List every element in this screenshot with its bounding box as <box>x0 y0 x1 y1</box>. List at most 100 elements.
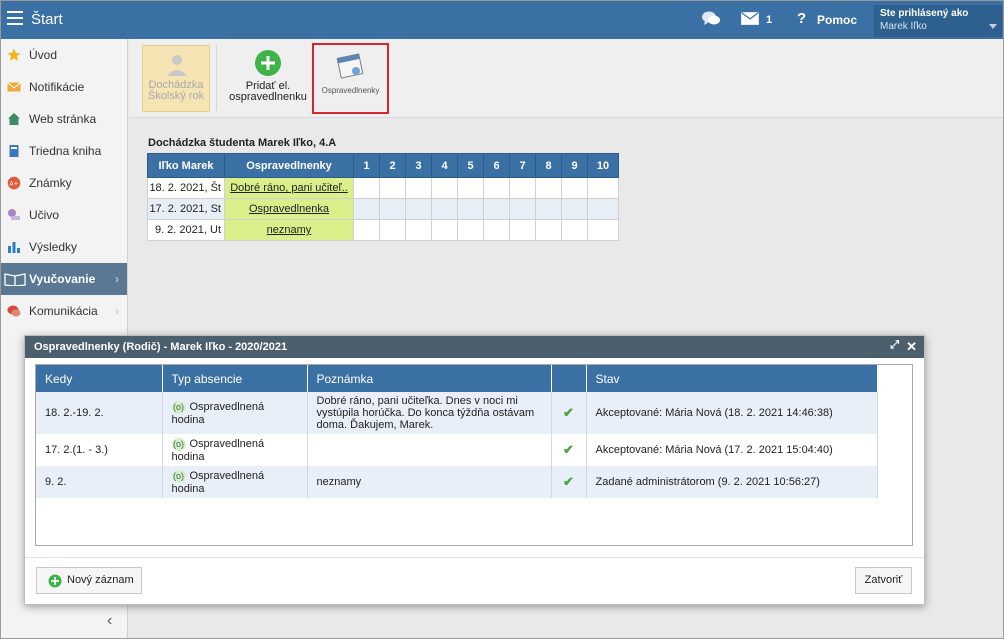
excuses-button[interactable]: Ospravedlnenky <box>312 43 389 114</box>
attendance-school-year-button[interactable]: Dochádzka Školský rok <box>142 45 210 112</box>
envelope-icon <box>7 82 21 92</box>
page-title[interactable]: Štart <box>31 11 63 28</box>
when-cell: 17. 2.(1. - 3.) <box>36 434 163 466</box>
expand-icon[interactable]: ⤢ <box>890 339 899 352</box>
excuses-dialog: Ospravedlnenky (Rodič) - Marek Iľko - 20… <box>24 335 925 605</box>
period-cell[interactable] <box>379 198 406 220</box>
user-menu[interactable]: Ste prihlásený ako Marek Iľko <box>874 5 1002 37</box>
plus-circle-icon <box>255 50 281 76</box>
type-cell: (o) Ospravedlnená hodina <box>162 434 308 466</box>
period-cell[interactable] <box>561 219 588 241</box>
sidebar-item-znamky[interactable]: A+ Známky <box>1 167 127 199</box>
dialog-footer: Nový záznam Zatvoriť <box>25 557 924 604</box>
table-row: 18. 2. 2021, Št Dobré ráno, pani učiteľ.… <box>147 177 619 199</box>
sidebar-item-ucivo[interactable]: Učivo <box>1 199 127 231</box>
period-cell[interactable] <box>353 198 380 220</box>
sidebar-item-komunikacia[interactable]: Komunikácia › <box>1 295 127 327</box>
grade-icon: A+ <box>7 176 21 190</box>
excuse-link[interactable]: Ospravedlnenka <box>249 203 329 215</box>
table-row[interactable]: 18. 2.-19. 2. (o) Ospravedlnená hodina Do… <box>36 392 878 434</box>
date-cell: 18. 2. 2021, Št <box>147 177 225 199</box>
star-icon <box>7 48 21 61</box>
house-icon <box>8 113 20 125</box>
column-header: Iľko Marek <box>147 153 225 178</box>
note-cell <box>307 434 552 466</box>
collapse-sidebar-button[interactable]: ‹ <box>107 612 112 630</box>
close-button[interactable]: Zatvoriť <box>855 567 912 594</box>
results-icon <box>8 242 20 253</box>
period-cell[interactable] <box>509 198 536 220</box>
sidebar-item-triedna-kniha[interactable]: Triedna kniha <box>1 135 127 167</box>
sidebar-item-notifikacie[interactable]: Notifikácie <box>1 71 127 103</box>
period-cell[interactable] <box>431 177 458 199</box>
excuse-link[interactable]: neznamy <box>267 224 312 236</box>
close-icon[interactable]: ✕ <box>906 339 917 355</box>
period-cell[interactable] <box>431 219 458 241</box>
period-cell[interactable] <box>483 219 510 241</box>
column-header: 6 <box>483 153 510 178</box>
period-cell[interactable] <box>457 219 484 241</box>
table-row[interactable]: 17. 2.(1. - 3.) (o) Ospravedlnená hodina … <box>36 434 878 466</box>
column-header <box>551 365 587 392</box>
state-cell: Akceptované: Mária Nová (17. 2. 2021 15:… <box>586 434 878 466</box>
period-cell[interactable] <box>535 177 562 199</box>
button-label: Ospravedlnenky <box>321 86 380 95</box>
period-cell[interactable] <box>457 198 484 220</box>
help-icon[interactable]: ? <box>797 10 806 27</box>
add-excuse-button[interactable]: Pridať el. ospravedlnenku <box>223 49 313 103</box>
period-cell[interactable] <box>509 177 536 199</box>
sidebar-item-vysledky[interactable]: Výsledky <box>1 231 127 263</box>
help-link[interactable]: Pomoc <box>817 13 857 27</box>
column-header: 10 <box>587 153 619 178</box>
column-header: 7 <box>509 153 536 178</box>
hamburger-icon[interactable] <box>7 11 23 25</box>
table-row: 17. 2. 2021, St Ospravedlnenka <box>147 198 619 220</box>
dialog-header[interactable]: Ospravedlnenky (Rodič) - Marek Iľko - 20… <box>25 336 924 358</box>
period-cell[interactable] <box>561 177 588 199</box>
period-cell[interactable] <box>405 219 432 241</box>
period-cell[interactable] <box>535 219 562 241</box>
period-cell[interactable] <box>587 177 619 199</box>
period-cell[interactable] <box>379 177 406 199</box>
period-cell[interactable] <box>587 198 619 220</box>
sidebar-item-label: Výsledky <box>29 240 78 254</box>
sidebar-item-label: Triedna kniha <box>29 144 102 158</box>
new-record-button[interactable]: Nový záznam <box>36 567 142 594</box>
chat-icon[interactable] <box>701 10 721 28</box>
sidebar-item-vyucovanie[interactable]: Vyučovanie › <box>1 263 127 295</box>
sidebar-item-web-stranka[interactable]: Web stránka <box>1 103 127 135</box>
column-header: 8 <box>535 153 562 178</box>
period-cell[interactable] <box>483 177 510 199</box>
dialog-title: Ospravedlnenky (Rodič) - Marek Iľko - 20… <box>34 341 288 353</box>
period-cell[interactable] <box>509 219 536 241</box>
period-cell[interactable] <box>353 219 380 241</box>
person-icon <box>167 55 187 76</box>
period-cell[interactable] <box>483 198 510 220</box>
period-cell[interactable] <box>353 177 380 199</box>
period-cell[interactable] <box>457 177 484 199</box>
type-cell: (o) Ospravedlnená hodina <box>162 392 308 434</box>
sidebar-item-uvod[interactable]: Úvod <box>1 39 127 71</box>
period-cell[interactable] <box>405 198 432 220</box>
type-cell: (o) Ospravedlnená hodina <box>162 466 308 498</box>
period-cell[interactable] <box>535 198 562 220</box>
column-header: Ospravedlnenky <box>224 153 354 178</box>
column-header: Poznámka <box>307 365 552 392</box>
sidebar-item-label: Učivo <box>29 208 60 222</box>
excuse-cell: Dobré ráno, pani učiteľ.. <box>224 177 354 199</box>
period-cell[interactable] <box>587 219 619 241</box>
excuse-link[interactable]: Dobré ráno, pani učiteľ.. <box>230 182 348 194</box>
sidebar-item-label: Známky <box>29 176 72 190</box>
period-cell[interactable] <box>405 177 432 199</box>
period-cell[interactable] <box>379 219 406 241</box>
state-cell: Akceptované: Mária Nová (18. 2. 2021 14:… <box>586 392 878 434</box>
table-row[interactable]: 9. 2. (o) Ospravedlnená hodina neznamy ✔ … <box>36 466 878 498</box>
calendar-icon <box>336 53 364 79</box>
button-label: Školský rok <box>147 90 205 102</box>
mail-icon[interactable] <box>741 12 759 25</box>
period-cell[interactable] <box>431 198 458 220</box>
state-cell: Zadané administrátorom (9. 2. 2021 10:56… <box>586 466 878 498</box>
dialog-body: Kedy Typ absencie Poznámka Stav 18. 2.-1… <box>35 364 913 546</box>
period-cell[interactable] <box>561 198 588 220</box>
chevron-right-icon: › <box>115 272 119 286</box>
